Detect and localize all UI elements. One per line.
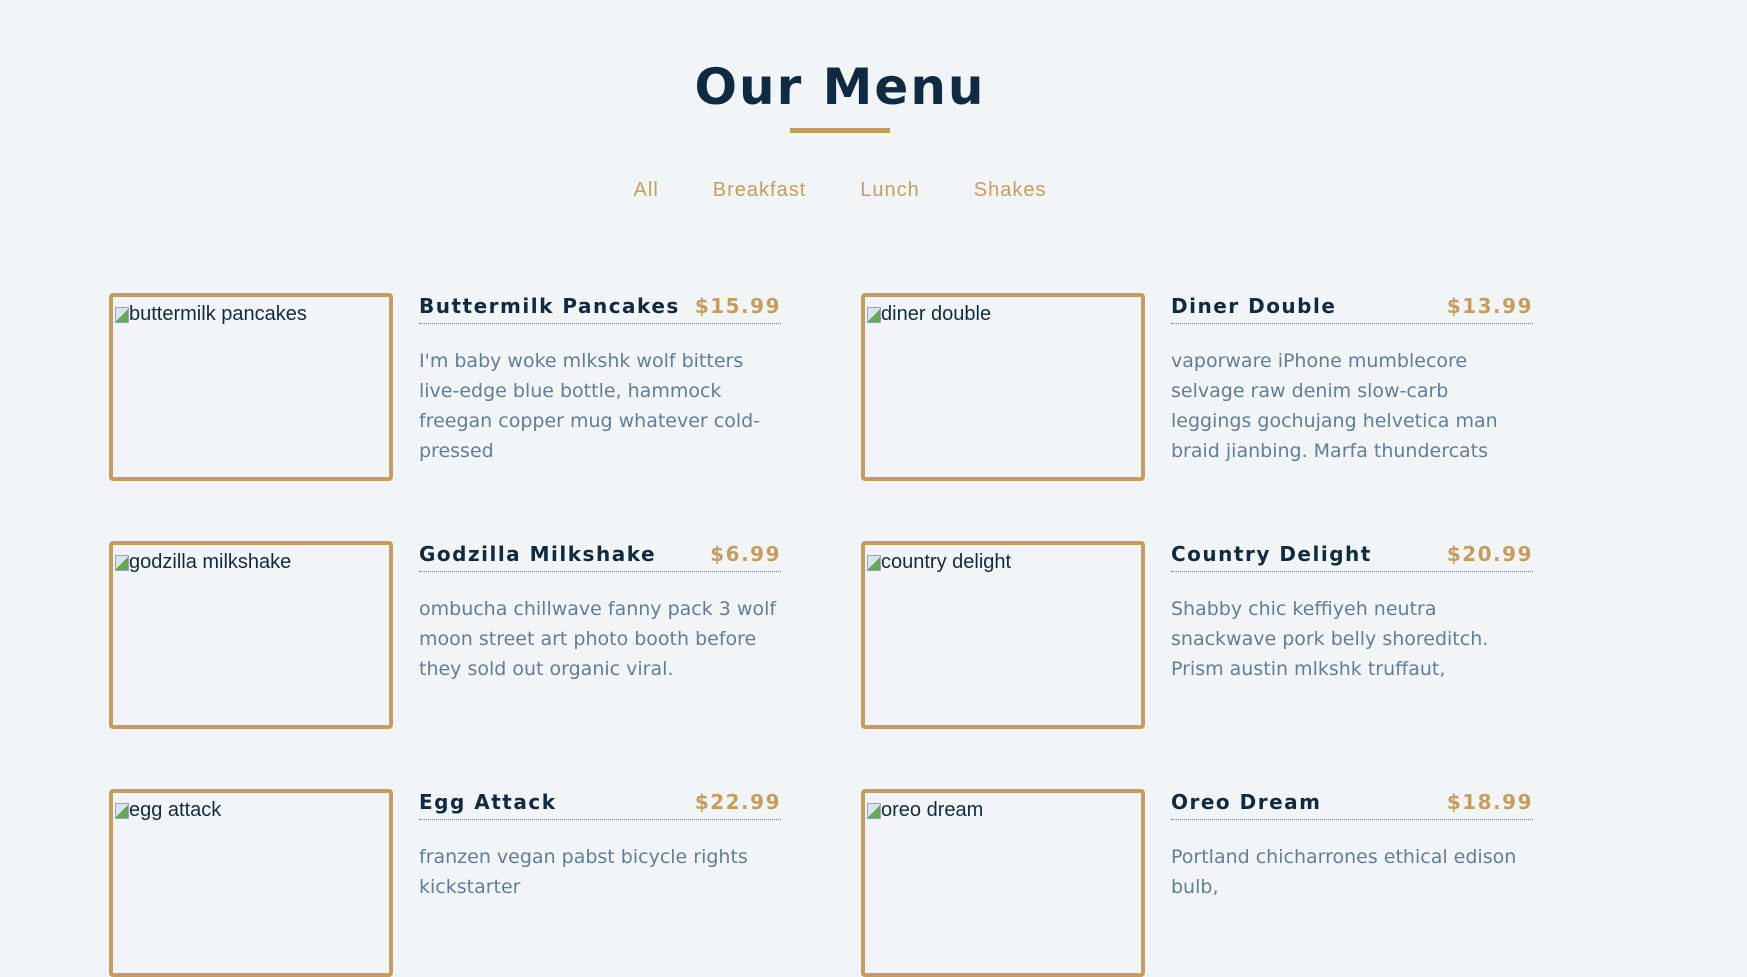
menu-item-description: franzen vegan pabst bicycle rights kicks…: [419, 846, 748, 898]
broken-image-icon: [867, 554, 881, 571]
filter-shakes-button[interactable]: Shakes: [947, 175, 1074, 206]
menu-item: godzilla milkshake Godzilla Milkshake $6…: [109, 541, 781, 729]
menu-item-name: Country Delight: [1171, 542, 1372, 566]
menu-item-name: Buttermilk Pancakes: [419, 294, 680, 318]
menu-item-info: Egg Attack $22.99 franzen vegan pabst bi…: [419, 789, 781, 902]
menu-item: buttermilk pancakes Buttermilk Pancakes …: [109, 293, 781, 481]
menu-item-header: Country Delight $20.99: [1171, 541, 1533, 572]
filter-all-button[interactable]: All: [607, 175, 686, 206]
broken-image-icon: [115, 802, 129, 819]
menu-item: diner double Diner Double $13.99 vaporwa…: [861, 293, 1533, 481]
menu-item-header: Egg Attack $22.99: [419, 789, 781, 820]
menu-item-info: Oreo Dream $18.99 Portland chicharrones …: [1171, 789, 1533, 902]
image-alt-text: diner double: [881, 303, 992, 325]
menu-item-price: $15.99: [694, 294, 781, 318]
broken-image-icon: [115, 306, 129, 323]
menu-item-description: ombucha chillwave fanny pack 3 wolf moon…: [419, 598, 777, 680]
image-alt-text: egg attack: [129, 799, 222, 821]
filter-breakfast-button[interactable]: Breakfast: [686, 175, 833, 206]
menu-item-photo: oreo dream: [861, 789, 1145, 977]
menu-item-header: Buttermilk Pancakes $15.99: [419, 293, 781, 324]
menu-item-photo: country delight: [861, 541, 1145, 729]
menu-item-photo: godzilla milkshake: [109, 541, 393, 729]
menu-item-price: $18.99: [1446, 790, 1533, 814]
menu-item-name: Oreo Dream: [1171, 790, 1322, 814]
image-alt-text: godzilla milkshake: [129, 551, 292, 573]
menu-item-price: $20.99: [1446, 542, 1533, 566]
page-title: Our Menu: [694, 58, 986, 116]
image-alt-text: country delight: [881, 551, 1012, 573]
menu-item-description: I'm baby woke mlkshk wolf bitters live-e…: [419, 350, 761, 462]
menu-item-name: Godzilla Milkshake: [419, 542, 657, 566]
image-alt-text: oreo dream: [881, 799, 984, 821]
menu-item-photo: egg attack: [109, 789, 393, 977]
page-header: Our Menu: [0, 52, 1680, 133]
menu-item-info: Godzilla Milkshake $6.99 ombucha chillwa…: [419, 541, 781, 684]
menu-item-description: Portland chicharrones ethical edison bul…: [1171, 846, 1517, 898]
filter-bar: All Breakfast Lunch Shakes: [0, 175, 1680, 206]
menu-item: egg attack Egg Attack $22.99 franzen veg…: [109, 789, 781, 977]
menu-item-name: Egg Attack: [419, 790, 557, 814]
menu-item-price: $22.99: [694, 790, 781, 814]
menu-item-info: Country Delight $20.99 Shabby chic keffi…: [1171, 541, 1533, 684]
menu-item-description: vaporware iPhone mumblecore selvage raw …: [1171, 350, 1498, 462]
menu-item-info: Buttermilk Pancakes $15.99 I'm baby woke…: [419, 293, 781, 466]
menu-item-price: $13.99: [1446, 294, 1533, 318]
menu-item: country delight Country Delight $20.99 S…: [861, 541, 1533, 729]
broken-image-icon: [867, 802, 881, 819]
menu-grid: buttermilk pancakes Buttermilk Pancakes …: [109, 293, 1533, 977]
title-underline: [790, 128, 890, 133]
menu-item: oreo dream Oreo Dream $18.99 Portland ch…: [861, 789, 1533, 977]
image-alt-text: buttermilk pancakes: [129, 303, 307, 325]
menu-item-header: Oreo Dream $18.99: [1171, 789, 1533, 820]
broken-image-icon: [115, 554, 129, 571]
menu-item-photo: diner double: [861, 293, 1145, 481]
menu-item-price: $6.99: [710, 542, 781, 566]
menu-item-header: Diner Double $13.99: [1171, 293, 1533, 324]
menu-item-header: Godzilla Milkshake $6.99: [419, 541, 781, 572]
menu-item-info: Diner Double $13.99 vaporware iPhone mum…: [1171, 293, 1533, 466]
broken-image-icon: [867, 306, 881, 323]
menu-item-name: Diner Double: [1171, 294, 1337, 318]
menu-item-description: Shabby chic keffiyeh neutra snackwave po…: [1171, 598, 1489, 680]
filter-lunch-button[interactable]: Lunch: [833, 175, 947, 206]
menu-item-photo: buttermilk pancakes: [109, 293, 393, 481]
